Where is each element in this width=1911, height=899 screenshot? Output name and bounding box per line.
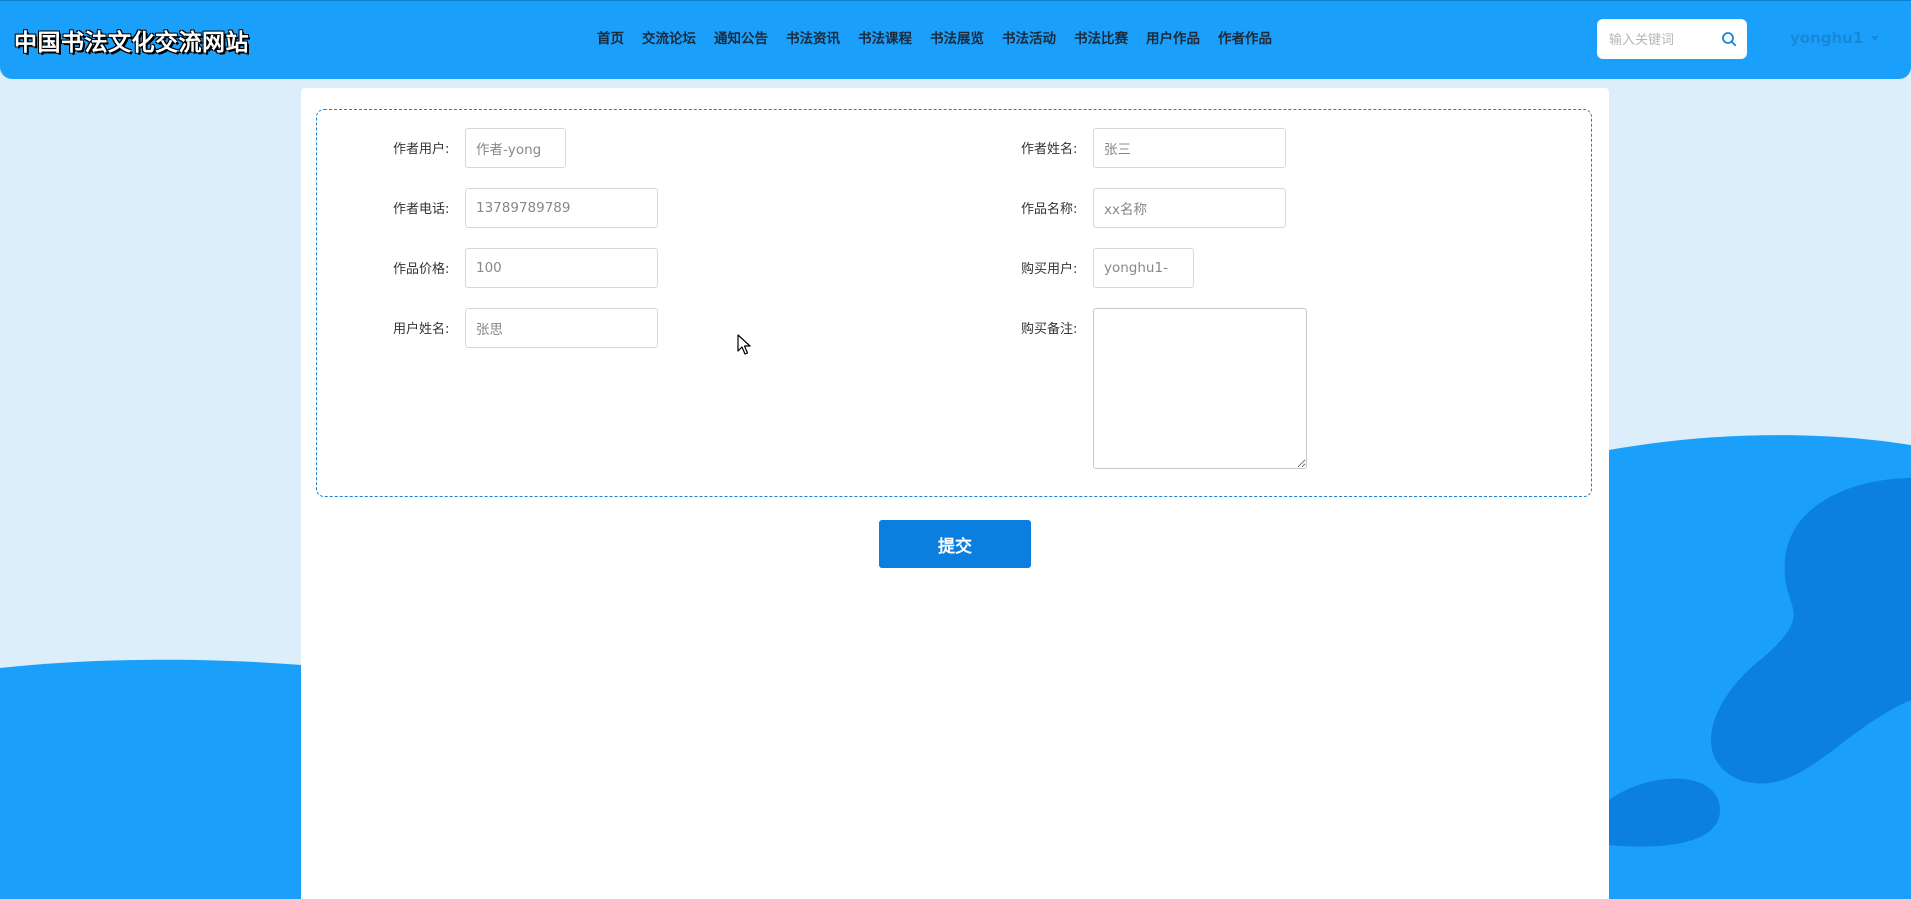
- purchase-form: 作者用户: 作者姓名: 作者电话: 作品名称: 作品价格: 购买用户: 用户姓名…: [316, 109, 1592, 497]
- search-icon[interactable]: [1721, 31, 1737, 47]
- author-user-label: 作者用户:: [393, 142, 450, 157]
- mouse-cursor-icon: [737, 334, 751, 355]
- author-phone-input[interactable]: [465, 188, 658, 228]
- site-title[interactable]: 中国书法文化交流网站: [14, 23, 249, 57]
- author-name-label: 作者姓名:: [1021, 142, 1078, 157]
- author-phone-label: 作者电话:: [393, 202, 450, 217]
- nav-item-competitions[interactable]: 书法比赛: [1074, 27, 1128, 47]
- work-price-label: 作品价格:: [393, 262, 450, 277]
- user-menu[interactable]: yonghu1: [1790, 29, 1880, 47]
- username: yonghu1: [1790, 29, 1864, 47]
- nav-item-user-works[interactable]: 用户作品: [1146, 27, 1200, 47]
- nav-item-news[interactable]: 书法资讯: [786, 27, 840, 47]
- submit-button[interactable]: 提交: [879, 520, 1031, 568]
- purchase-note-label: 购买备注:: [1021, 322, 1078, 337]
- work-name-label: 作品名称:: [1021, 202, 1078, 217]
- author-user-input[interactable]: [465, 128, 566, 168]
- author-name-input[interactable]: [1093, 128, 1286, 168]
- search-input[interactable]: [1607, 19, 1719, 61]
- buyer-user-label: 购买用户:: [1021, 262, 1078, 277]
- chevron-down-icon: [1871, 35, 1880, 41]
- purchase-note-textarea[interactable]: [1093, 308, 1307, 469]
- main-nav: 首页 交流论坛 通知公告 书法资讯 书法课程 书法展览 书法活动 书法比赛 用户…: [597, 27, 1272, 47]
- nav-item-exhibitions[interactable]: 书法展览: [930, 27, 984, 47]
- top-header: 中国书法文化交流网站 首页 交流论坛 通知公告 书法资讯 书法课程 书法展览 书…: [0, 0, 1911, 79]
- nav-item-forum[interactable]: 交流论坛: [642, 27, 696, 47]
- buyer-name-label: 用户姓名:: [393, 322, 450, 337]
- nav-item-home[interactable]: 首页: [597, 27, 624, 47]
- buyer-name-input[interactable]: [465, 308, 658, 348]
- work-price-input[interactable]: [465, 248, 658, 288]
- nav-item-notices[interactable]: 通知公告: [714, 27, 768, 47]
- nav-item-activities[interactable]: 书法活动: [1002, 27, 1056, 47]
- search-box: [1597, 19, 1747, 61]
- work-name-input[interactable]: [1093, 188, 1286, 228]
- nav-item-courses[interactable]: 书法课程: [858, 27, 912, 47]
- buyer-user-input[interactable]: [1093, 248, 1194, 288]
- content-card: 作者用户: 作者姓名: 作者电话: 作品名称: 作品价格: 购买用户: 用户姓名…: [301, 88, 1609, 899]
- nav-item-author-works[interactable]: 作者作品: [1218, 27, 1272, 47]
